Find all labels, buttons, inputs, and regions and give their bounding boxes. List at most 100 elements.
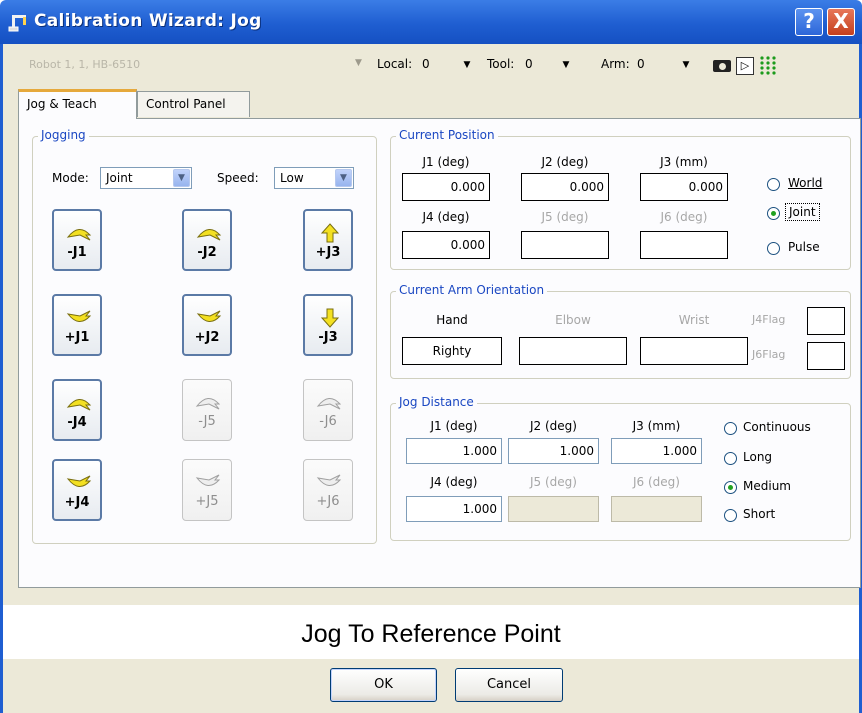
dist-j5-input — [508, 496, 599, 522]
j6flag-label: J6Flag — [752, 348, 786, 361]
speed-select[interactable]: Low ▼ — [274, 167, 354, 189]
dist-j6-header: J6 (deg) — [633, 475, 680, 489]
local-dropdown-icon[interactable]: ▼ — [460, 58, 474, 72]
local-value: 0 — [422, 57, 430, 71]
jog-button-label: +J4 — [64, 495, 90, 510]
io-grid-icon[interactable] — [759, 55, 777, 75]
dist-j2-input[interactable]: 1.000 — [508, 438, 599, 464]
wrist-label: Wrist — [678, 313, 710, 327]
hand-label: Hand — [436, 313, 468, 327]
curved-arrow-down-icon — [316, 474, 342, 486]
jog-button-label: -J6 — [319, 414, 337, 429]
jog-plus-j1-button[interactable]: +J1 — [52, 294, 102, 356]
curved-arrow-up-icon — [316, 398, 342, 410]
tool-dropdown-icon[interactable]: ▼ — [559, 58, 573, 72]
jogging-title: Jogging — [38, 128, 89, 142]
tab-jog-and-teach[interactable]: Jog & Teach — [18, 89, 137, 119]
help-button[interactable]: ? — [795, 8, 823, 36]
medium-radio[interactable] — [724, 481, 737, 494]
continuous-radio[interactable] — [724, 422, 737, 435]
long-radio[interactable] — [724, 452, 737, 465]
curved-arrow-down-icon — [66, 475, 92, 487]
long-label[interactable]: Long — [743, 450, 772, 464]
arm-select[interactable]: 0 ▼ — [633, 54, 699, 76]
mode-label: Mode: — [52, 171, 89, 185]
pos-j6-header: J6 (deg) — [660, 210, 708, 224]
curved-arrow-down-icon — [196, 310, 222, 322]
mode-value: Joint — [106, 171, 133, 185]
cancel-button[interactable]: Cancel — [455, 668, 563, 702]
pulse-radio[interactable] — [767, 242, 780, 255]
arm-orientation-group — [390, 291, 851, 379]
tool-label: Tool: — [487, 57, 515, 71]
local-select[interactable]: 0 ▼ — [418, 54, 478, 76]
dist-j4-header: J4 (deg) — [430, 475, 478, 489]
dist-j4-input[interactable]: 1.000 — [406, 496, 502, 522]
tool-select[interactable]: 0 ▼ — [521, 54, 577, 76]
world-label[interactable]: World — [788, 176, 822, 190]
j4flag-value — [807, 307, 845, 335]
pulse-label[interactable]: Pulse — [788, 240, 820, 254]
hand-value: Righty — [402, 337, 502, 365]
title-bar[interactable]: Calibration Wizard: Jog ? X — [0, 0, 862, 44]
medium-label[interactable]: Medium — [743, 479, 791, 493]
dist-j1-input[interactable]: 1.000 — [406, 438, 502, 464]
run-icon[interactable]: ▷ — [736, 57, 754, 75]
pos-j1-header: J1 (deg) — [422, 155, 470, 169]
dist-j3-input[interactable]: 1.000 — [611, 438, 702, 464]
jog-plus-j2-button[interactable]: +J2 — [182, 294, 232, 356]
jog-minus-j4-button[interactable]: -J4 — [52, 379, 102, 441]
instruction-text: Jog To Reference Point — [301, 620, 561, 648]
elbow-label: Elbow — [555, 313, 591, 327]
arrow-down-icon — [320, 308, 340, 328]
short-radio[interactable] — [724, 509, 737, 522]
robot-selector[interactable]: Robot 1, 1, HB-6510 — [29, 58, 140, 71]
ok-button[interactable]: OK — [330, 668, 437, 702]
jog-plus-j3-button[interactable]: +J3 — [303, 209, 353, 271]
short-label[interactable]: Short — [743, 507, 775, 521]
jog-button-label: +J6 — [316, 494, 340, 509]
tab-control-panel[interactable]: Control Panel — [137, 91, 250, 117]
close-button[interactable]: X — [827, 8, 855, 36]
arm-dropdown-icon[interactable]: ▼ — [679, 58, 693, 72]
jog-button-label: -J3 — [318, 330, 338, 345]
curved-arrow-up-icon — [66, 399, 92, 411]
jog-minus-j1-button[interactable]: -J1 — [52, 209, 102, 271]
robot-arm-icon — [8, 15, 26, 32]
arm-label: Arm: — [601, 57, 630, 71]
jog-minus-j3-button[interactable]: -J3 — [303, 294, 353, 356]
jog-minus-j2-button[interactable]: -J2 — [182, 209, 232, 271]
curved-arrow-up-icon — [196, 229, 222, 241]
mode-dropdown-icon[interactable]: ▼ — [173, 169, 190, 187]
curved-arrow-up-icon — [66, 229, 92, 241]
toolbar: Robot 1, 1, HB-6510 ▼ Local: 0 ▼ Tool: 0… — [3, 46, 859, 86]
world-radio[interactable] — [767, 178, 780, 191]
j4flag-label: J4Flag — [752, 313, 786, 326]
pos-j3-header: J3 (mm) — [660, 155, 708, 169]
jog-plus-j6-button: +J6 — [303, 459, 353, 521]
arm-value: 0 — [637, 57, 645, 71]
j6flag-value — [807, 342, 845, 370]
pos-j5-value — [521, 231, 609, 259]
pos-j4-value: 0.000 — [402, 231, 490, 259]
jog-button-label: +J5 — [195, 494, 219, 509]
jog-plus-j4-button[interactable]: +J4 — [52, 459, 102, 521]
continuous-label[interactable]: Continuous — [743, 420, 811, 434]
jog-minus-j5-button: -J5 — [182, 379, 232, 441]
pos-j6-value — [640, 231, 728, 259]
curved-arrow-up-icon — [195, 398, 221, 410]
curved-arrow-down-icon — [195, 474, 221, 486]
camera-icon[interactable] — [713, 60, 731, 72]
joint-radio[interactable] — [767, 207, 780, 220]
robot-dropdown-arrow-icon[interactable]: ▼ — [355, 58, 362, 68]
pos-j4-header: J4 (deg) — [422, 210, 470, 224]
speed-dropdown-icon[interactable]: ▼ — [335, 169, 352, 187]
jog-minus-j6-button: -J6 — [303, 379, 353, 441]
mode-select[interactable]: Joint ▼ — [100, 167, 192, 189]
local-label: Local: — [377, 57, 413, 71]
pos-j2-header: J2 (deg) — [541, 155, 589, 169]
joint-label[interactable]: Joint — [785, 203, 820, 221]
pos-j1-value: 0.000 — [402, 173, 490, 201]
current-position-title: Current Position — [396, 128, 498, 142]
jog-button-label: -J4 — [67, 415, 87, 430]
